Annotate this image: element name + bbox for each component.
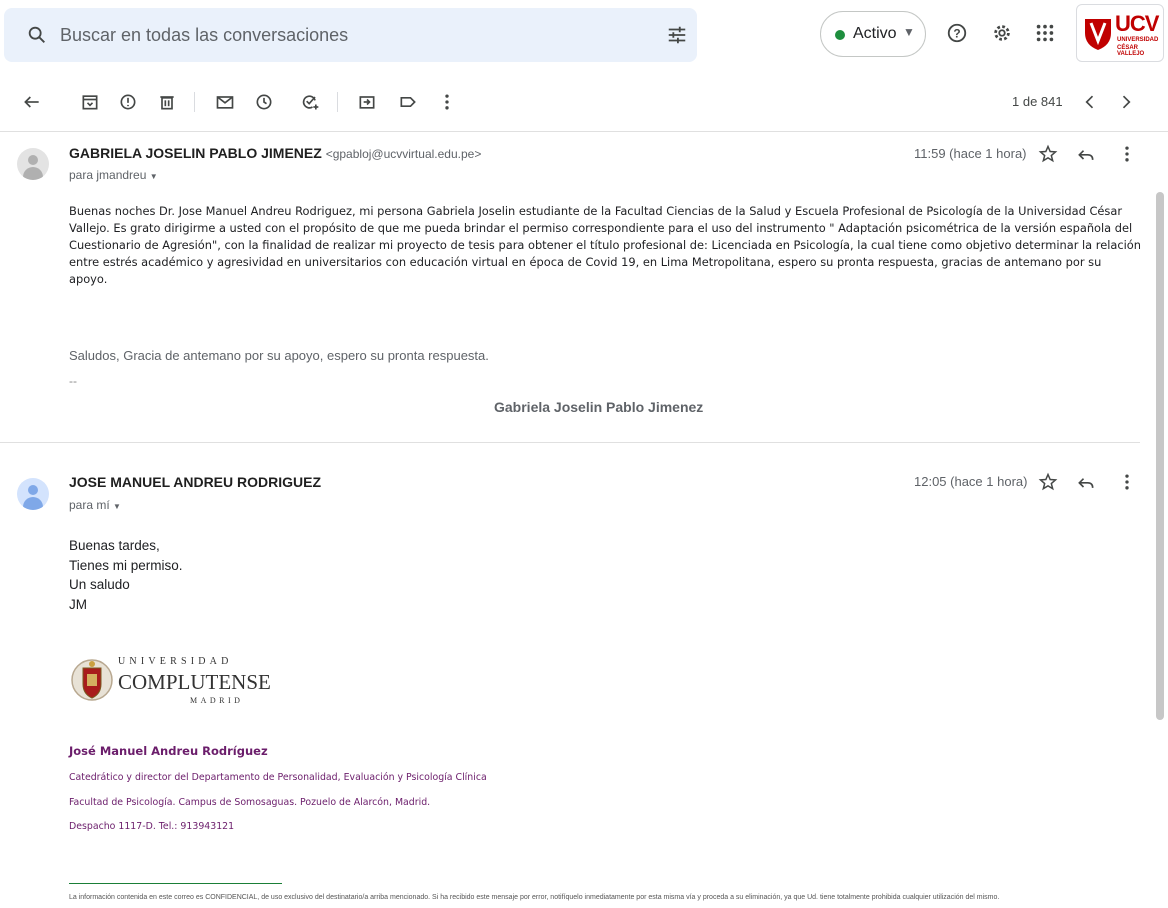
university-line1: UNIVERSIDAD [118,656,233,667]
more-vert-icon[interactable] [1117,472,1137,492]
disclaimer-rule [69,883,282,884]
organization-logo[interactable]: UCV UNIVERSIDAD CÉSAR VALLEJO [1076,4,1164,62]
gear-icon[interactable] [991,22,1013,44]
university-crest-icon [71,659,113,701]
recipient-line[interactable]: para mí ▼ [69,498,121,512]
avatar-head [28,155,38,165]
message-divider [0,442,1140,443]
signature-address: Facultad de Psicología. Campus de Somosa… [69,797,431,808]
reply-icon[interactable] [1076,472,1096,492]
search-bar[interactable]: Buscar en todas las conversaciones [4,8,697,62]
search-icon[interactable] [26,24,48,46]
avatar-head [28,485,38,495]
recipient-line[interactable]: para jmandreu ▼ [69,168,158,182]
scrollbar[interactable] [1156,192,1164,720]
message-closing: Saludos, Gracia de antemano por su apoyo… [69,348,489,363]
brand-name: UCV [1115,11,1159,36]
more-vert-icon[interactable] [437,92,457,112]
avatar[interactable] [17,148,49,180]
status-label: Activo [853,25,897,42]
add-to-tasks-icon[interactable] [300,92,320,112]
recipient: para jmandreu [69,168,147,182]
sender-name[interactable]: JOSE MANUEL ANDREU RODRIGUEZ [69,474,321,490]
svg-text:?: ? [953,27,960,41]
avatar-body [23,497,43,510]
star-icon[interactable] [1038,144,1058,164]
university-line3: MADRID [190,696,244,705]
back-arrow-icon[interactable] [22,92,42,112]
body-line: Buenas tardes, [69,538,160,553]
signature-title: Catedrático y director del Departamento … [69,772,487,783]
mark-unread-icon[interactable] [215,92,235,112]
signature-name: Gabriela Joselin Pablo Jimenez [494,399,704,415]
message-body: Buenas tardes, Tienes mi permiso. Un sal… [69,536,183,614]
status-selector[interactable]: Activo ▼ [820,11,926,57]
brand-line2: CÉSAR VALLEJO [1117,45,1145,57]
star-icon[interactable] [1038,472,1058,492]
archive-icon[interactable] [80,92,100,112]
toolbar-divider [337,92,338,112]
ucv-shield-icon [1085,19,1111,50]
university-line2: COMPLUTENSE [118,670,271,694]
search-input[interactable]: Buscar en todas las conversaciones [60,25,348,46]
chevron-down-icon: ▼ [903,25,915,39]
top-bar: Buscar en todas las conversaciones Activ… [0,0,1168,74]
avatar[interactable] [17,478,49,510]
sender-email: <gpabloj@ucvvirtual.edu.pe> [325,147,482,161]
toolbar-divider [194,92,195,112]
message-toolbar: 1 de 841 [0,82,1168,122]
message-time: 12:05 (hace 1 hora) [914,474,1028,489]
confidentiality-notice: La información contenida en este correo … [69,894,1000,901]
university-logo: UNIVERSIDAD COMPLUTENSE MADRID [70,652,271,712]
delete-icon[interactable] [157,92,177,112]
report-spam-icon[interactable] [118,92,138,112]
toolbar-divider-line [0,131,1168,132]
filter-options-icon[interactable] [666,24,688,46]
message-time: 11:59 (hace 1 hora) [914,146,1027,161]
body-line: JM [69,596,87,612]
apps-grid-icon[interactable] [1034,22,1056,44]
chevron-down-icon: ▼ [113,502,121,511]
brand-line1: UNIVERSIDAD [1117,37,1159,43]
snooze-clock-icon[interactable] [254,92,274,112]
more-vert-icon[interactable] [1117,144,1137,164]
recipient: para mí [69,498,110,512]
help-icon[interactable]: ? [946,22,968,44]
signature-separator: -- [69,374,77,388]
pagination-count: 1 de 841 [1012,94,1063,109]
chevron-left-icon[interactable] [1080,92,1100,112]
sender-line: GABRIELA JOSELIN PABLO JIMENEZ <gpabloj@… [69,145,481,161]
avatar-body [23,167,43,180]
signature-name: José Manuel Andreu Rodríguez [69,744,268,758]
chevron-right-icon[interactable] [1116,92,1136,112]
signature-office: Despacho 1117-D. Tel.: 913943121 [69,821,235,832]
body-line: Un saludo [69,577,130,592]
label-icon[interactable] [398,92,418,112]
message-body: Buenas noches Dr. Jose Manuel Andreu Rod… [69,204,1141,286]
reply-icon[interactable] [1076,144,1096,164]
move-to-icon[interactable] [357,92,377,112]
sender-name[interactable]: GABRIELA JOSELIN PABLO JIMENEZ [69,145,322,161]
chevron-down-icon: ▼ [149,172,158,181]
body-line: Tienes mi permiso. [69,557,183,573]
status-dot [835,30,845,40]
